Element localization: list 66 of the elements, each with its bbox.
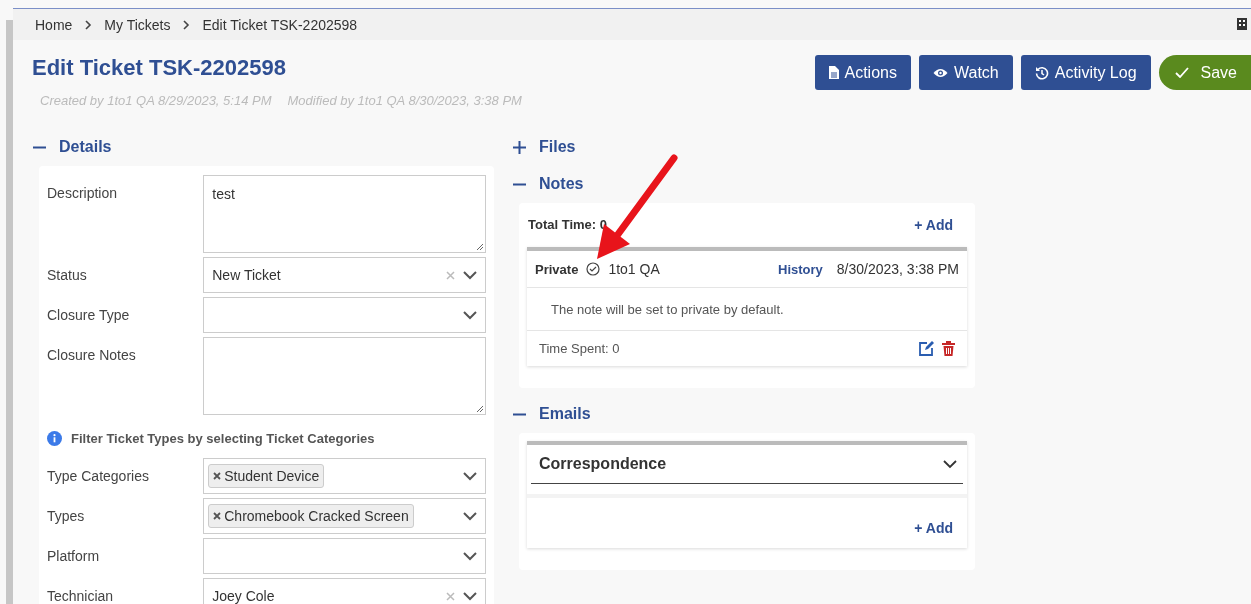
tag-chip[interactable]: Chromebook Cracked Screen	[208, 504, 414, 528]
field-label: Status	[47, 266, 88, 285]
eye-icon	[932, 67, 948, 78]
panel-header[interactable]: Correspondence	[531, 445, 963, 484]
note-author: 1to1 QA	[608, 261, 660, 277]
chevron-down-icon[interactable]	[463, 591, 477, 601]
multiselect-field[interactable]: Chromebook Cracked Screen	[203, 498, 486, 534]
check-circle-icon	[586, 262, 601, 276]
action-button[interactable]: Activity Log	[1020, 55, 1151, 90]
multiselect-field[interactable]: Student Device	[203, 458, 486, 494]
trash-icon[interactable]	[942, 341, 955, 356]
info-icon	[47, 431, 62, 446]
scrollbar[interactable]	[6, 20, 13, 604]
resize-handle-icon[interactable]	[477, 244, 483, 250]
save-button[interactable]: Save	[1158, 55, 1251, 90]
action-button[interactable]: Watch	[918, 55, 1013, 90]
section-title[interactable]: Emails	[539, 405, 591, 423]
chevron-right-icon	[84, 19, 93, 30]
field-label: Type Categories	[47, 467, 150, 486]
field-label: Closure Notes	[47, 346, 137, 365]
field-label: Closure Type	[47, 306, 131, 325]
tag-chip[interactable]: Student Device	[208, 464, 325, 488]
breadcrumb-item[interactable]: My Tickets	[104, 16, 171, 33]
textarea-field[interactable]: test	[203, 175, 486, 253]
field-label: Types	[47, 507, 86, 526]
document-icon	[828, 66, 839, 79]
breadcrumb-item[interactable]: Home	[35, 16, 73, 33]
note-visibility: Private	[535, 261, 579, 277]
field-label: Description	[47, 184, 119, 203]
time-spent: Time Spent: 0	[539, 341, 620, 356]
chevron-down-icon[interactable]	[463, 310, 477, 320]
plus-icon[interactable]	[513, 140, 526, 154]
section-title[interactable]: Files	[539, 138, 576, 156]
history-icon	[1034, 65, 1049, 80]
field-label: Technician	[47, 587, 115, 604]
info-text: Filter Ticket Types by selecting Ticket Categories	[71, 431, 375, 446]
field-label: Platform	[47, 547, 101, 566]
select-field[interactable]: New Ticket	[203, 257, 486, 293]
note-date: 8/30/2023, 3:38 PM	[836, 261, 959, 277]
chevron-down-icon[interactable]	[463, 511, 477, 521]
section-title[interactable]: Notes	[539, 175, 584, 193]
remove-icon[interactable]	[213, 472, 222, 480]
history-link[interactable]: History	[778, 261, 823, 277]
textarea-field[interactable]	[203, 337, 486, 415]
chevron-down-icon[interactable]	[463, 551, 477, 561]
select-field[interactable]	[203, 297, 486, 333]
building-icon[interactable]	[1237, 18, 1247, 30]
chevron-down-icon[interactable]	[943, 459, 957, 469]
resize-handle-icon[interactable]	[477, 406, 483, 412]
select-field[interactable]: Joey Cole	[203, 578, 486, 604]
note-text: The note will be set to private by default.	[527, 288, 967, 331]
chevron-right-icon	[182, 19, 191, 30]
chevron-down-icon[interactable]	[463, 270, 477, 280]
check-icon	[1174, 67, 1189, 78]
remove-icon[interactable]	[213, 512, 222, 520]
page-title: Edit Ticket TSK-2202598	[32, 55, 287, 81]
edit-icon[interactable]	[919, 341, 934, 356]
section-title[interactable]: Details	[59, 138, 112, 156]
meta-text: Modified by 1to1 QA 8/30/2023, 3:38 PM	[287, 93, 522, 108]
breadcrumb-item[interactable]: Edit Ticket TSK-2202598	[202, 16, 358, 33]
add-link[interactable]: + Add	[914, 520, 953, 536]
chevron-down-icon[interactable]	[463, 471, 477, 481]
add-link[interactable]: + Add	[914, 217, 953, 233]
select-field[interactable]	[203, 538, 486, 574]
meta-text: Created by 1to1 QA 8/29/2023, 5:14 PM	[40, 93, 272, 108]
action-button[interactable]: Actions	[814, 55, 911, 90]
